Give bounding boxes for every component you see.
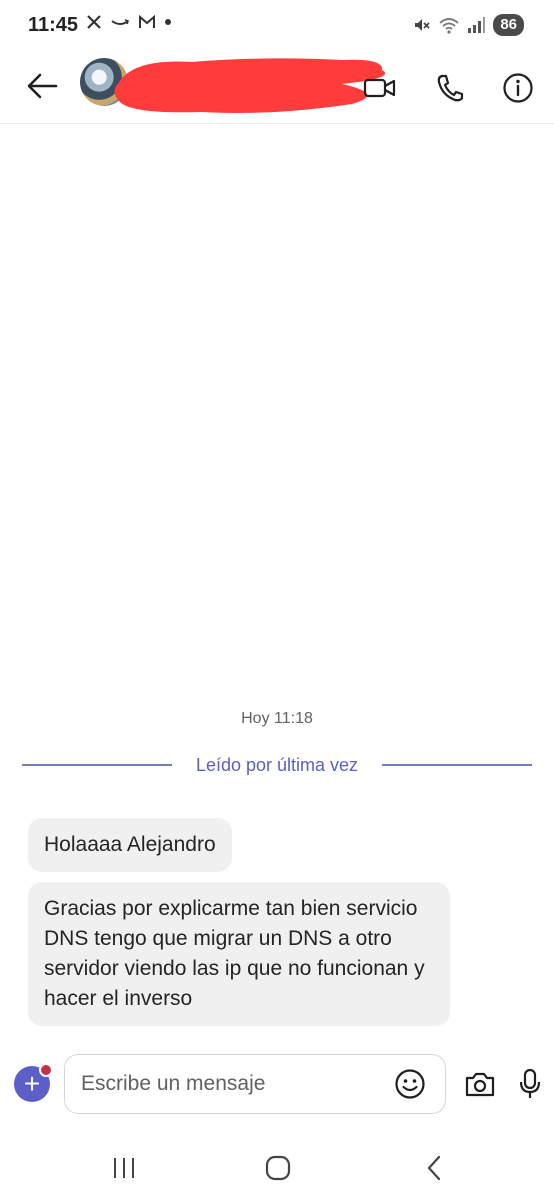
message-bubble[interactable]: Holaaaa Alejandro <box>28 818 232 872</box>
notification-dot <box>39 1063 53 1077</box>
video-call-button[interactable] <box>358 66 402 110</box>
info-icon <box>503 73 533 103</box>
video-call-icon <box>363 78 396 98</box>
recents-button[interactable] <box>104 1150 144 1186</box>
status-bar: 11:45 86 <box>0 0 554 52</box>
microphone-icon <box>519 1068 541 1098</box>
camera-button[interactable] <box>460 1064 500 1104</box>
emoji-icon <box>395 1069 425 1099</box>
last-read-divider: Leído por última vez <box>22 752 532 778</box>
x-logo-icon <box>87 15 101 29</box>
emoji-button[interactable] <box>391 1065 429 1103</box>
plus-icon: + <box>23 1068 41 1099</box>
home-button[interactable] <box>258 1150 298 1186</box>
system-icons: 86 <box>413 14 524 36</box>
back-icon <box>427 1155 441 1181</box>
system-navigation-bar <box>0 1136 554 1200</box>
last-read-label: Leído por última vez <box>195 754 359 775</box>
wifi-icon <box>439 18 459 34</box>
nav-back-button[interactable] <box>414 1150 454 1186</box>
message-bubble[interactable]: Gracias por explicarme tan bien servicio… <box>28 882 450 1026</box>
status-time: 11:45 <box>28 14 79 36</box>
battery-indicator: 86 <box>493 14 524 36</box>
signal-icon <box>468 17 486 33</box>
microphone-button[interactable] <box>510 1064 550 1104</box>
arrow-left-icon <box>27 73 58 99</box>
chat-header <box>0 52 554 124</box>
mute-icon <box>415 19 430 31</box>
divider-line-left <box>22 764 172 766</box>
message-composer[interactable] <box>64 1054 446 1114</box>
phone-icon <box>437 74 464 102</box>
message-input[interactable] <box>81 1069 381 1099</box>
recents-icon <box>114 1158 134 1178</box>
camera-icon <box>465 1072 495 1097</box>
notification-icons <box>86 14 172 30</box>
divider-line-right <box>382 764 532 766</box>
home-icon <box>265 1155 291 1181</box>
dot-icon <box>165 19 171 25</box>
amazon-icon <box>111 19 130 25</box>
phone-call-button[interactable] <box>428 66 472 110</box>
back-button[interactable] <box>22 66 62 106</box>
message-timestamp: Hoy 11:18 <box>241 710 313 727</box>
gmail-icon <box>139 15 155 28</box>
info-button[interactable] <box>496 66 540 110</box>
